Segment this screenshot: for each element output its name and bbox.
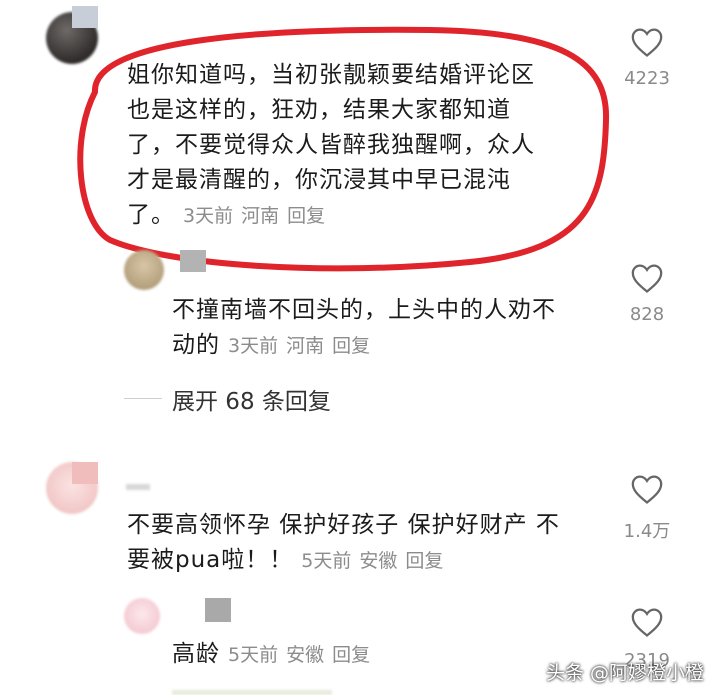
like-count: 4223 [624,68,670,89]
reply-button[interactable]: 回复 [332,644,370,666]
reply-button[interactable]: 回复 [405,550,443,572]
next-item-peek [172,690,332,695]
comment-meta: 3天前 河南 回复 [183,205,326,227]
expand-divider [124,398,162,399]
username-mosaic[interactable] [205,598,231,622]
comment-text: 不要高领怀孕 保护好孩子 保护好财产 不 要被pua啦！！ 5天前 安徽 回复 [127,512,560,573]
avatar[interactable] [124,598,160,634]
heart-icon [631,264,663,293]
reply-text: 不撞南墙不回头的，上头中的人劝不 动的 3天前 河南 回复 [172,297,556,358]
reply-button[interactable]: 回复 [287,205,325,227]
watermark: 头条 @阿嫪橙小橙 [545,662,704,684]
like-button[interactable] [630,606,664,642]
username-mosaic[interactable] [72,6,98,28]
like-count: 1.4万 [623,521,671,542]
heart-icon [631,608,663,637]
heart-icon [631,475,663,504]
heart-icon [631,28,663,57]
username-mosaic[interactable] [180,250,206,272]
expand-replies-button[interactable]: 展开 68 条回复 [172,382,331,416]
comment-meta: 5天前 安徽 回复 [228,644,371,666]
comment-text: 姐你知道吗，当初张靓颖要结婚评论区 也是这样的，狂劝，结果大家都知道 了，不要觉… [127,62,535,228]
like-count: 828 [629,304,665,325]
comment-meta: 3天前 河南 回复 [228,335,371,357]
comment-meta: 5天前 安徽 回复 [301,550,444,572]
username-mosaic[interactable] [72,462,98,484]
like-button[interactable] [630,262,664,298]
reply-button[interactable]: 回复 [332,335,370,357]
username-blur[interactable] [126,484,150,490]
like-button[interactable] [630,473,664,509]
avatar[interactable] [124,250,164,290]
reply-text: 高龄 5天前 安徽 回复 [172,637,572,673]
like-button[interactable] [630,26,664,62]
